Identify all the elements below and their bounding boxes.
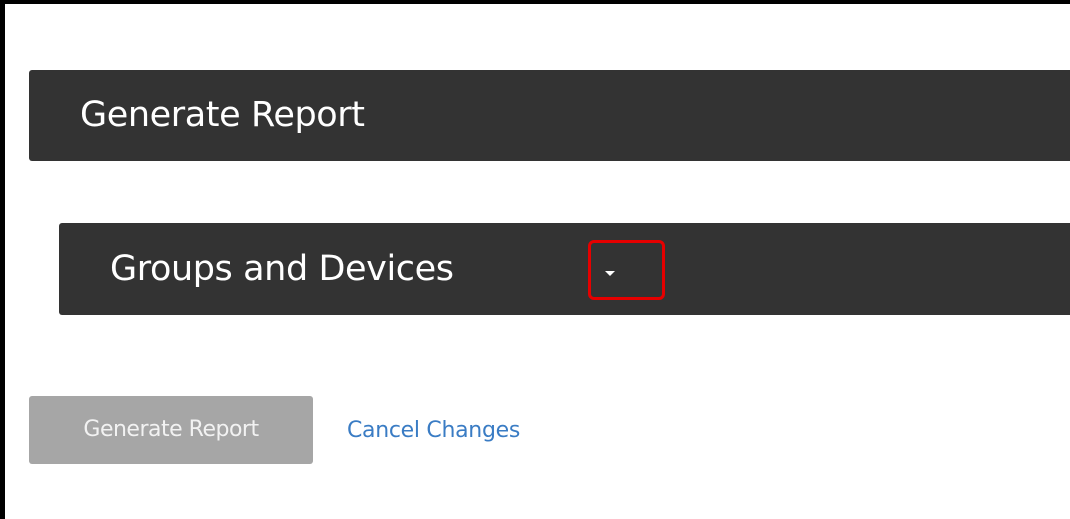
groups-and-devices-title: Groups and Devices [110,249,454,289]
generate-report-header: Generate Report [29,70,1070,161]
caret-down-icon [605,271,615,276]
cancel-changes-link[interactable]: Cancel Changes [347,416,520,446]
page-title: Generate Report [80,95,365,135]
groups-and-devices-section-header[interactable]: Groups and Devices [59,223,1070,315]
groups-expand-toggle[interactable] [588,240,665,300]
generate-report-button[interactable]: Generate Report [29,396,313,464]
